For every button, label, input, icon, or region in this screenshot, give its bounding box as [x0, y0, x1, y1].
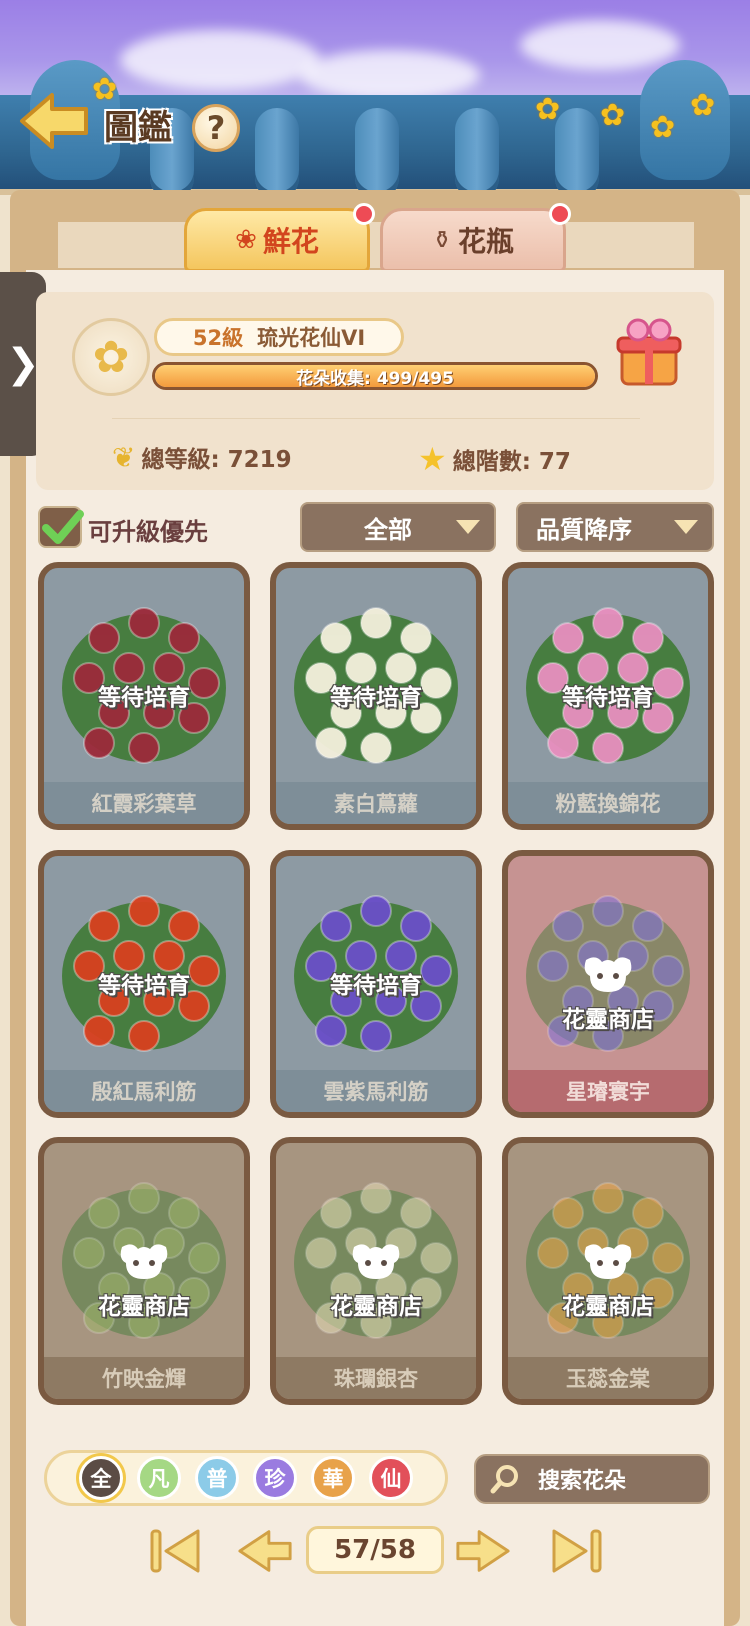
first-page-button[interactable] [146, 1526, 204, 1576]
flower-illustration [294, 607, 458, 764]
card-name: 殷紅馬利筋 [44, 1070, 244, 1112]
tab-flowers[interactable]: ❀ 鮮花 [184, 203, 375, 272]
card-status: 等待培育 [98, 973, 190, 999]
blossom-icon: ✿ [535, 92, 561, 127]
tab-flowers-label: 鮮花 [262, 225, 319, 258]
total-level-text: 總等級: 7219 [141, 447, 292, 473]
panel-divider [112, 418, 640, 419]
rarity-filter-4[interactable]: 華 [311, 1456, 355, 1500]
rarity-filter-bar: 全凡普珍華仙 [44, 1450, 448, 1506]
flower-card[interactable]: 等待培育 粉藍換錦花 [502, 562, 714, 830]
flower-card[interactable]: 等待培育 紅霞彩葉草 [38, 562, 250, 830]
blossom-icon: ✿ [690, 88, 716, 123]
rose-icon: ❀ [235, 225, 257, 255]
page-title: 圖鑑 [104, 108, 172, 148]
player-level: 52級 [192, 326, 244, 350]
flower-card[interactable]: 花靈商店 珠瓓銀杏 [270, 1137, 482, 1405]
rank-badge: ✿ [72, 318, 150, 396]
gift-box-button[interactable] [616, 316, 682, 388]
chevron-right-icon: ❯ [6, 341, 40, 387]
notification-dot [353, 203, 375, 225]
spirit-shop-icon [120, 1244, 168, 1279]
page-indicator: 57/58 [306, 1526, 444, 1574]
star-icon: ★ [418, 440, 447, 478]
rarity-filter-0[interactable]: 全 [79, 1456, 123, 1500]
category-dropdown[interactable]: 全部 [300, 502, 496, 552]
vase-icon: ⚱ [431, 226, 453, 254]
gift-icon [616, 318, 682, 386]
card-status: 等待培育 [330, 685, 422, 711]
tab-rail [58, 222, 694, 268]
total-steps: ★ 總階數: 77 [418, 440, 571, 478]
collection-progress-text: 花朵收集: 499/495 [296, 368, 454, 389]
search-icon [490, 1465, 518, 1494]
card-status: 花靈商店 [562, 1294, 654, 1320]
card-status: 等待培育 [330, 973, 422, 999]
rarity-filter-1[interactable]: 凡 [137, 1456, 181, 1500]
upgrade-first-checkbox[interactable] [38, 506, 84, 548]
last-page-button[interactable] [548, 1526, 606, 1576]
total-steps-text: 總階數: 77 [452, 449, 571, 475]
card-status: 等待培育 [98, 685, 190, 711]
back-button[interactable] [18, 86, 90, 156]
rank-title: 琉光花仙VI [257, 326, 366, 350]
rarity-filter-2[interactable]: 普 [195, 1456, 239, 1500]
sort-dropdown[interactable]: 品質降序 [516, 502, 714, 552]
flower-illustration [62, 607, 226, 764]
rarity-filter-5[interactable]: 仙 [369, 1456, 413, 1500]
card-name: 玉蕊金棠 [508, 1357, 708, 1399]
card-name: 星璿寰宇 [508, 1070, 708, 1112]
previous-page-icon [238, 1530, 292, 1572]
flower-card[interactable]: 花靈商店 玉蕊金棠 [502, 1137, 714, 1405]
card-name: 雲紫馬利筋 [276, 1070, 476, 1112]
back-arrow-icon [20, 93, 88, 149]
tab-vases-label: 花瓶 [458, 225, 515, 258]
card-name: 紅霞彩葉草 [44, 782, 244, 824]
card-status: 花靈商店 [562, 1007, 654, 1033]
rarity-filter-3[interactable]: 珍 [253, 1456, 297, 1500]
help-button[interactable]: ? [192, 104, 240, 152]
chevron-down-icon [674, 520, 698, 534]
plum-blossom-icon: ✿ [92, 331, 130, 383]
flower-card[interactable]: 花靈商店 竹映金輝 [38, 1137, 250, 1405]
tab-vases[interactable]: ⚱ 花瓶 [380, 203, 571, 272]
sprout-icon: ❦ [112, 440, 136, 474]
card-name: 竹映金輝 [44, 1357, 244, 1399]
card-status: 花靈商店 [330, 1294, 422, 1320]
card-name: 珠瓓銀杏 [276, 1357, 476, 1399]
sort-dropdown-label: 品質降序 [536, 515, 632, 544]
checkmark-icon [42, 510, 84, 544]
first-page-icon [150, 1529, 200, 1573]
flower-card[interactable]: 等待培育 殷紅馬利筋 [38, 850, 250, 1118]
upgrade-first-label: 可升級優先 [88, 518, 208, 546]
last-page-icon [552, 1529, 602, 1573]
chevron-down-icon [456, 520, 480, 534]
flower-card[interactable]: 等待培育 雲紫馬利筋 [270, 850, 482, 1118]
rank-label: 52級 琉光花仙VI [154, 318, 404, 356]
card-status: 花靈商店 [98, 1294, 190, 1320]
flower-illustration [294, 895, 458, 1052]
card-name: 粉藍換錦花 [508, 782, 708, 824]
spirit-shop-icon [584, 1244, 632, 1279]
blossom-icon: ✿ [650, 110, 676, 145]
spirit-shop-icon [352, 1244, 400, 1279]
search-flowers-button[interactable]: 搜索花朵 [474, 1454, 710, 1504]
category-dropdown-label: 全部 [364, 515, 412, 544]
blossom-icon: ✿ [600, 98, 626, 133]
total-level: ❦ 總等級: 7219 [112, 440, 292, 474]
next-page-button[interactable] [454, 1526, 512, 1576]
search-label: 搜索花朵 [538, 1469, 627, 1494]
card-status: 等待培育 [562, 685, 654, 711]
card-name: 素白蔦蘿 [276, 782, 476, 824]
previous-page-button[interactable] [236, 1526, 294, 1576]
notification-dot [549, 203, 571, 225]
flower-card[interactable]: 等待培育 素白蔦蘿 [270, 562, 482, 830]
flower-card[interactable]: 花靈商店 星璿寰宇 [502, 850, 714, 1118]
spirit-shop-icon [584, 957, 632, 992]
next-page-icon [456, 1530, 510, 1572]
flower-illustration [526, 607, 690, 764]
flower-illustration [62, 895, 226, 1052]
